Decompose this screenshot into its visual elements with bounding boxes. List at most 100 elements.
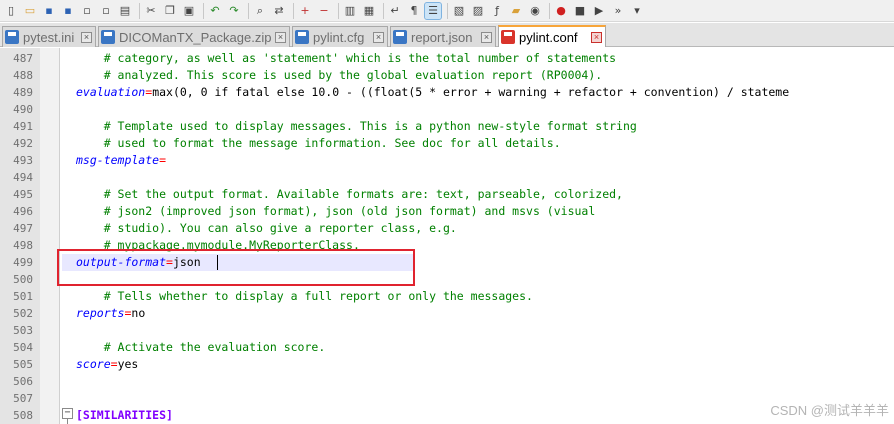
tab-pylint-conf[interactable]: pylint.conf × <box>498 25 606 47</box>
token-comment: # used to format the message information… <box>76 136 561 150</box>
fold-toggle-icon[interactable]: − <box>62 408 73 419</box>
code-line[interactable]: 506 <box>0 373 894 390</box>
toolbar-separator <box>338 2 339 19</box>
code-line[interactable]: 502 reports=no <box>0 305 894 322</box>
replace-icon[interactable]: ⇄ <box>271 3 287 19</box>
redo-icon[interactable]: ↷ <box>226 3 242 19</box>
token-comment: # category, as well as 'statement' which… <box>76 51 617 65</box>
code-line[interactable]: 493 msg-template= <box>0 152 894 169</box>
line-number: 490 <box>13 103 33 116</box>
fold-guide-line <box>67 419 68 424</box>
line-text: # category, as well as 'statement' which… <box>76 50 616 67</box>
tab-close-icon[interactable]: × <box>591 31 602 43</box>
token-value: no <box>131 306 146 320</box>
file-save-state-icon <box>295 30 309 44</box>
line-number: 496 <box>13 205 33 218</box>
copy-icon[interactable]: ❐ <box>162 3 178 19</box>
save-all-icon[interactable]: ▪ <box>60 3 76 19</box>
zoom-out-icon[interactable]: − <box>316 3 332 19</box>
zoom-in-icon[interactable]: + <box>297 3 313 19</box>
record-macro-icon[interactable]: ● <box>553 3 569 19</box>
folder-workspace-icon[interactable]: ▰ <box>508 3 524 19</box>
token-key: score <box>76 357 111 371</box>
print-icon[interactable]: ▤ <box>117 3 133 19</box>
line-text: [SIMILARITIES] <box>76 407 173 424</box>
toolbar-separator <box>203 2 204 19</box>
code-line[interactable]: 492 # used to format the message informa… <box>0 135 894 152</box>
sync-horizontal-icon[interactable]: ▦ <box>361 3 377 19</box>
token-key: reports <box>76 306 125 320</box>
file-save-state-icon <box>393 30 407 44</box>
token-value: yes <box>117 357 139 371</box>
token-comment: # Tells whether to display a full report… <box>76 289 533 303</box>
open-file-icon[interactable]: ▭ <box>22 3 38 19</box>
line-text: # analyzed. This score is used by the gl… <box>76 67 603 84</box>
file-save-state-icon <box>5 30 19 44</box>
line-text: score=yes <box>76 356 138 373</box>
find-icon[interactable]: ⌕ <box>252 3 268 19</box>
code-line[interactable]: 504 # Activate the evaluation score. <box>0 339 894 356</box>
tab-bar: pytest.ini × DICOManTX_Package.zip × pylint.… <box>0 23 894 47</box>
line-text: # Set the output format. Available forma… <box>76 186 623 203</box>
code-line[interactable]: 488 # analyzed. This score is used by th… <box>0 67 894 84</box>
line-text: # Template used to display messages. Thi… <box>76 118 637 135</box>
line-number: 498 <box>13 239 33 252</box>
monitor-icon[interactable]: ◉ <box>527 3 543 19</box>
toolbar-separator <box>383 2 384 19</box>
paste-icon[interactable]: ▣ <box>181 3 197 19</box>
file-save-state-icon <box>101 30 115 44</box>
tab-label: DICOManTX_Package.zip <box>119 29 271 45</box>
code-line[interactable]: 505 score=yes <box>0 356 894 373</box>
sync-vertical-icon[interactable]: ▥ <box>342 3 358 19</box>
line-number: 500 <box>13 273 33 286</box>
tab-close-icon[interactable]: × <box>81 31 92 43</box>
token-section: [SIMILARITIES] <box>76 408 173 422</box>
toolbar-separator <box>447 2 448 19</box>
code-line[interactable]: 508 [SIMILARITIES] <box>0 407 894 424</box>
tab-pylint-cfg[interactable]: pylint.cfg × <box>292 26 388 47</box>
tab-dicomantx-package-zip[interactable]: DICOManTX_Package.zip × <box>98 26 290 47</box>
close-icon[interactable]: ▫ <box>79 3 95 19</box>
line-number: 497 <box>13 222 33 235</box>
code-line[interactable]: 503 <box>0 322 894 339</box>
line-number: 499 <box>13 256 33 269</box>
close-all-icon[interactable]: ▫ <box>98 3 114 19</box>
code-line[interactable]: 494 <box>0 169 894 186</box>
token-key: msg-template <box>76 153 160 167</box>
word-wrap-icon[interactable]: ↵ <box>387 3 403 19</box>
code-line[interactable]: 495 # Set the output format. Available f… <box>0 186 894 203</box>
function-list-icon[interactable]: ƒ <box>489 3 505 19</box>
play-macro-icon[interactable]: ▶ <box>591 3 607 19</box>
line-number: 492 <box>13 137 33 150</box>
code-line[interactable]: 490 <box>0 101 894 118</box>
tab-report-json[interactable]: report.json × <box>390 26 496 47</box>
code-line[interactable]: 501 # Tells whether to display a full re… <box>0 288 894 305</box>
doc-map-icon[interactable]: ▨ <box>470 3 486 19</box>
tab-close-icon[interactable]: × <box>481 31 492 43</box>
code-line[interactable]: 496 # json2 (improved json format), json… <box>0 203 894 220</box>
stop-macro-icon[interactable]: ■ <box>572 3 588 19</box>
save-icon[interactable]: ▪ <box>41 3 57 19</box>
line-number: 501 <box>13 290 33 303</box>
code-line[interactable]: 487 # category, as well as 'statement' w… <box>0 50 894 67</box>
tab-close-icon[interactable]: × <box>275 31 286 43</box>
tab-label: pytest.ini <box>23 29 75 45</box>
tab-close-icon[interactable]: × <box>373 31 384 43</box>
language-icon[interactable]: ▧ <box>451 3 467 19</box>
code-line[interactable]: 491 # Template used to display messages.… <box>0 118 894 135</box>
token-comment: # Set the output format. Available forma… <box>76 187 623 201</box>
indent-guide-icon[interactable]: ☰ <box>424 1 442 20</box>
run-macro-multiple-icon[interactable]: » <box>610 3 626 19</box>
save-macro-icon[interactable]: ▾ <box>629 3 645 19</box>
code-editor[interactable]: 487 # category, as well as 'statement' w… <box>0 48 894 424</box>
undo-icon[interactable]: ↶ <box>207 3 223 19</box>
token-comment: # studio). You can also give a reporter … <box>76 221 457 235</box>
tab-pytest-ini[interactable]: pytest.ini × <box>2 26 96 47</box>
code-line[interactable]: 507 <box>0 390 894 407</box>
show-all-chars-icon[interactable]: ¶ <box>406 3 422 19</box>
code-line[interactable]: 489 evaluation=max(0, 0 if fatal else 10.… <box>0 84 894 101</box>
cut-icon[interactable]: ✂ <box>143 3 159 19</box>
code-line[interactable]: 497 # studio). You can also give a repor… <box>0 220 894 237</box>
new-file-icon[interactable]: ▯ <box>3 3 19 19</box>
line-number: 494 <box>13 171 33 184</box>
